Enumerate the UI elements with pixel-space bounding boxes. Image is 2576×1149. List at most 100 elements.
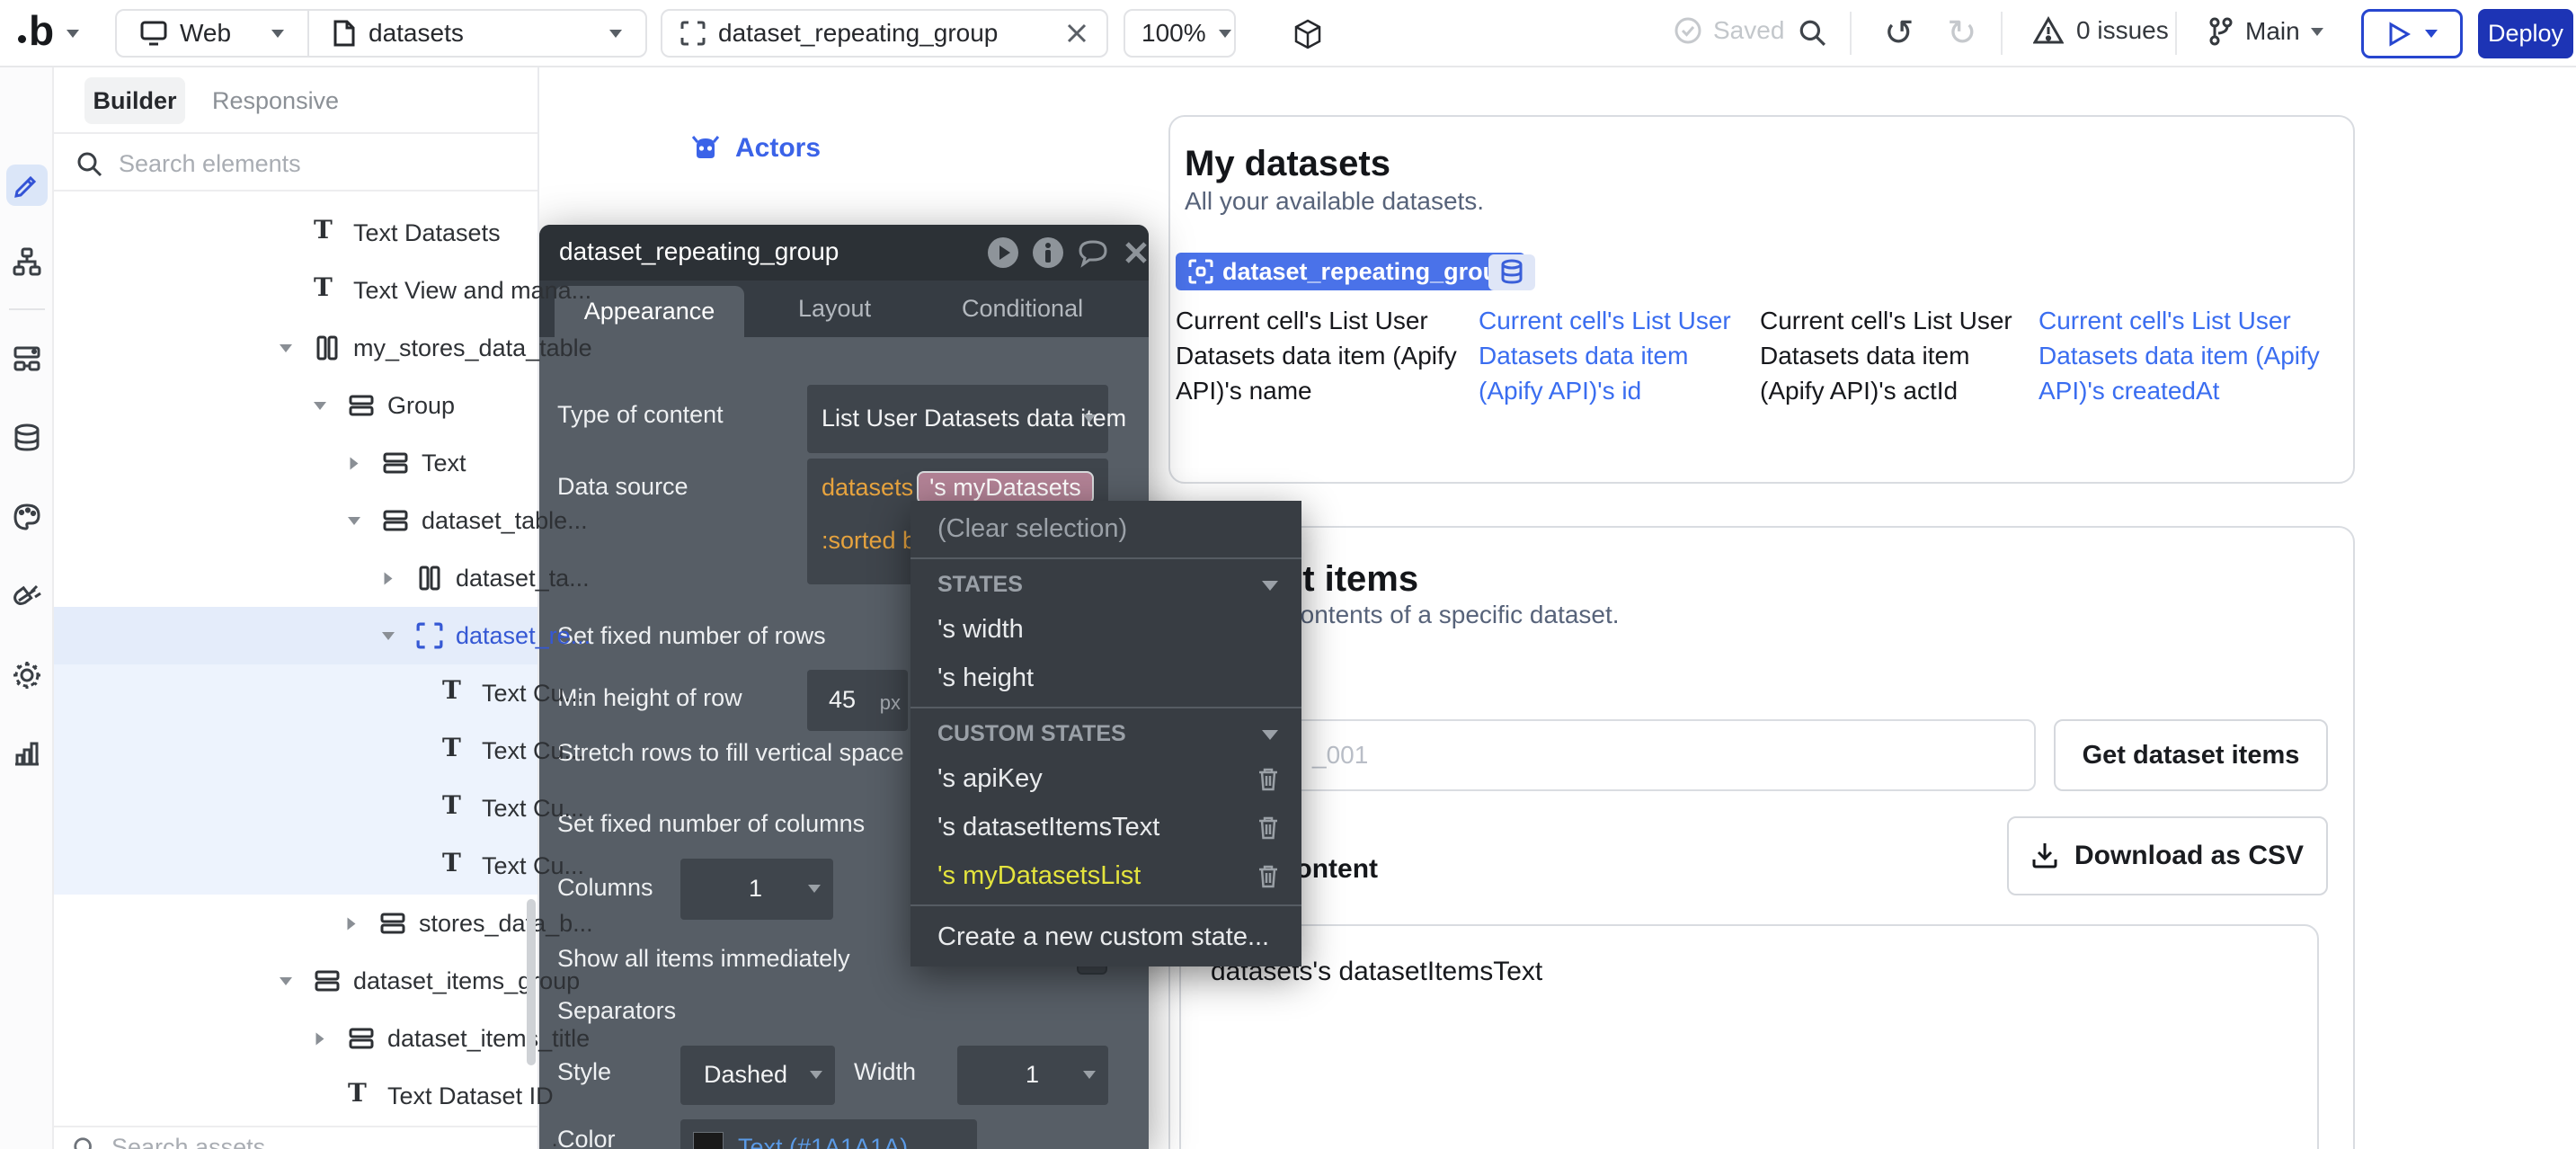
table-cell[interactable]: Current cell's List User Datasets data i…	[2039, 303, 2335, 408]
expand-chevron-icon[interactable]	[385, 573, 393, 585]
expand-chevron-icon[interactable]	[316, 1033, 324, 1046]
tree-item[interactable]: T dataset_items_group	[54, 952, 537, 1010]
tree-item[interactable]: T Text Cu...	[54, 722, 537, 779]
tree-item[interactable]: T Text Dataset ID	[54, 1067, 537, 1125]
tree-item-label: Text Cu...	[482, 837, 584, 895]
expand-chevron-icon[interactable]	[280, 344, 292, 352]
styles-palette-icon[interactable]	[12, 502, 42, 532]
dropdown-item[interactable]: 's myDatasetsList	[910, 851, 1301, 900]
chevron-down-icon	[271, 30, 284, 38]
expand-chevron-icon[interactable]	[382, 632, 395, 640]
expression-prefix: datasets's myDatasets	[822, 471, 1094, 504]
expand-chevron-icon[interactable]	[280, 977, 292, 985]
reusable-elements-icon[interactable]	[12, 343, 42, 374]
inspector-header[interactable]: dataset_repeating_group	[539, 225, 1149, 281]
separator-width-select[interactable]: 1	[957, 1046, 1108, 1105]
dropdown-item[interactable]: 's datasetItemsText	[910, 803, 1301, 851]
table-cell[interactable]: Current cell's List User Datasets data i…	[1479, 303, 1748, 408]
tree-item[interactable]: T Text Cu...	[54, 664, 537, 722]
branch-select[interactable]: Main	[2207, 16, 2323, 47]
delete-state-icon[interactable]	[1255, 765, 1282, 792]
tree-item[interactable]: T Text Cu...	[54, 779, 537, 837]
close-icon[interactable]	[1118, 235, 1154, 271]
page-select[interactable]: datasets	[309, 19, 645, 48]
tree-item[interactable]: T Group	[54, 377, 537, 434]
type-of-content-select[interactable]: List User Datasets data item	[807, 385, 1108, 453]
workflow-icon[interactable]	[12, 246, 42, 277]
expand-chevron-icon[interactable]	[314, 402, 326, 410]
element-search[interactable]: Search elements	[54, 136, 537, 192]
zoom-select[interactable]: 100%	[1124, 9, 1236, 58]
preview-button[interactable]	[2361, 9, 2463, 58]
chevron-down-icon	[2311, 28, 2323, 36]
deploy-button[interactable]: Deploy	[2478, 9, 2573, 58]
undo-icon[interactable]: ↺	[1884, 13, 1914, 54]
tab-builder[interactable]: Builder	[84, 77, 185, 124]
table-cell[interactable]: Current cell's List User Datasets data i…	[1760, 303, 2025, 408]
expand-chevron-icon[interactable]	[351, 458, 359, 470]
tab-layout[interactable]: Layout	[798, 295, 871, 323]
dropdown-item[interactable]: 's height	[910, 654, 1301, 702]
tree-item[interactable]: T dataset_re...	[54, 607, 537, 664]
settings-gear-icon[interactable]	[12, 660, 42, 690]
dataset-id-input[interactable]: _001	[1195, 719, 2036, 791]
download-csv-button[interactable]: Download as CSV	[2007, 816, 2328, 895]
tab-responsive[interactable]: Responsive	[200, 77, 351, 124]
actors-section-heading[interactable]: Actors	[690, 133, 821, 164]
tree-item[interactable]: T Text Datasets	[54, 204, 537, 262]
expand-chevron-icon[interactable]	[348, 517, 360, 525]
dropdown-item[interactable]: 's apiKey	[910, 754, 1301, 803]
platform-select[interactable]: Web	[117, 19, 307, 48]
columns-select[interactable]: 1	[680, 859, 833, 920]
dropdown-item[interactable]: (Clear selection)	[910, 504, 1301, 553]
dropdown-item[interactable]	[910, 702, 1301, 713]
logo-dot	[18, 35, 26, 43]
dropdown-item[interactable]	[910, 553, 1301, 564]
redo-icon[interactable]: ↻	[1947, 13, 1977, 54]
dropdown-item[interactable]: CUSTOM STATES	[910, 713, 1301, 754]
delete-state-icon[interactable]	[1255, 862, 1282, 889]
tree-item[interactable]: T Text	[54, 434, 537, 492]
dropdown-item[interactable]: Create a new custom state...	[910, 911, 1301, 963]
data-icon[interactable]	[12, 423, 42, 453]
dropdown-item[interactable]: 's width	[910, 605, 1301, 654]
tree-item[interactable]: T Text View and mana...	[54, 262, 537, 319]
tab-conditional[interactable]: Conditional	[962, 295, 1083, 323]
logs-chart-icon[interactable]	[12, 737, 42, 768]
logo-chevron-icon[interactable]	[67, 30, 79, 38]
get-dataset-items-button[interactable]: Get dataset items	[2054, 719, 2328, 791]
tree-item[interactable]: T dataset_ta...	[54, 549, 537, 607]
delete-state-icon[interactable]	[1255, 814, 1282, 841]
data-source-chip[interactable]	[1488, 254, 1535, 290]
close-tab-icon[interactable]	[1065, 22, 1088, 45]
bubble-logo[interactable]: b	[18, 7, 54, 54]
tree-scrollbar[interactable]	[527, 899, 536, 1065]
component-cube-icon[interactable]	[1292, 18, 1324, 50]
min-height-input[interactable]: 45 px	[807, 670, 908, 731]
selected-element-badge[interactable]: dataset_repeating_group	[1176, 253, 1525, 290]
group-element-icon	[348, 392, 375, 419]
dataset-items-textbox[interactable]: datasets's datasetItemsText	[1179, 924, 2319, 1149]
info-icon[interactable]	[1030, 235, 1066, 271]
play-element-icon[interactable]	[985, 235, 1021, 271]
element-tab[interactable]: dataset_repeating_group	[661, 9, 1108, 58]
separator-style-select[interactable]: Dashed	[680, 1046, 835, 1105]
tree-item[interactable]: T my_stores_data_table	[54, 319, 537, 377]
tree-item[interactable]: T dataset_table...	[54, 492, 537, 549]
comment-icon[interactable]	[1075, 235, 1111, 271]
dropdown-item[interactable]	[910, 900, 1301, 911]
plugins-icon[interactable]	[12, 581, 42, 611]
my-datasets-title[interactable]: My datasets	[1185, 144, 1390, 184]
dropdown-item[interactable]: STATES	[910, 564, 1301, 605]
table-cell[interactable]: Current cell's List User Datasets data i…	[1176, 303, 1463, 408]
issues-indicator[interactable]: 0 issues	[2033, 16, 2169, 45]
tree-item[interactable]: T stores_data_b...	[54, 895, 537, 952]
expand-chevron-icon[interactable]	[348, 918, 356, 931]
tree-item[interactable]: T Text Cu...	[54, 837, 537, 895]
tree-item[interactable]: T dataset_items_title	[54, 1010, 537, 1067]
separator-color-picker[interactable]: Text (#1A1A1A)	[680, 1119, 977, 1149]
my-datasets-subtitle[interactable]: All your available datasets.	[1185, 187, 1484, 216]
search-icon[interactable]	[1798, 18, 1826, 47]
design-pencil-icon[interactable]	[12, 170, 42, 200]
inspector-tabbar: Appearance Layout Conditional	[539, 281, 1149, 337]
